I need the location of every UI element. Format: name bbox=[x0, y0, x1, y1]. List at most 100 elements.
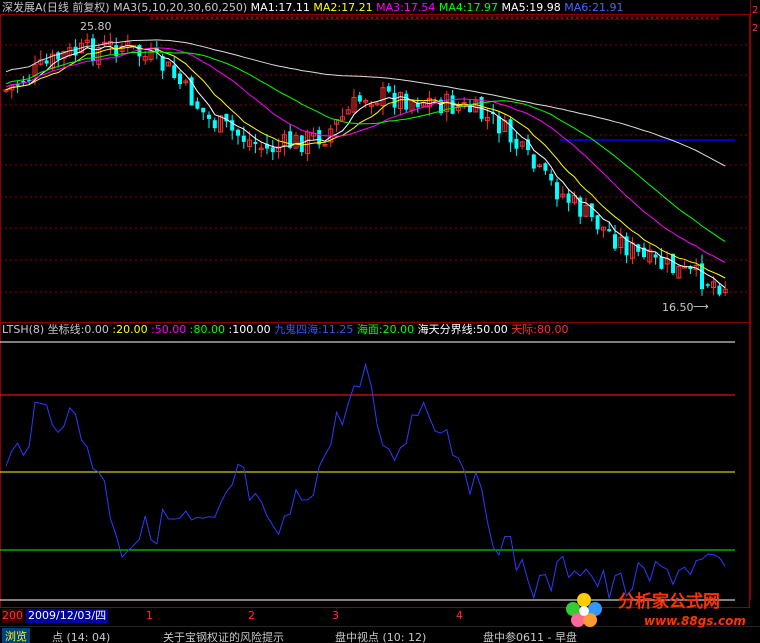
candle-body-down bbox=[671, 253, 675, 274]
candle-body-down bbox=[705, 284, 710, 286]
top-marker: x bbox=[660, 14, 664, 22]
top-marker: x bbox=[235, 14, 239, 22]
ticker-tab[interactable]: 浏览 bbox=[2, 628, 30, 643]
ticker-item-1[interactable]: 点 (14: 04) bbox=[52, 629, 110, 643]
candle-body-down bbox=[566, 193, 571, 203]
top-marker: x bbox=[315, 14, 319, 22]
top-marker: x bbox=[375, 14, 379, 22]
price-header: 深发展A(日线 前复权) MA3(5,10,20,30,60,250) MA1:… bbox=[2, 1, 623, 15]
top-marker: x bbox=[190, 14, 194, 22]
flower-logo-icon bbox=[566, 593, 602, 627]
top-marker: x bbox=[600, 14, 604, 22]
top-marker: x bbox=[485, 14, 489, 22]
top-marker: x bbox=[195, 14, 199, 22]
candle-body-down bbox=[201, 107, 206, 113]
top-marker: x bbox=[150, 14, 154, 22]
top-marker: x bbox=[530, 14, 534, 22]
level-20: :20.00 bbox=[112, 323, 148, 336]
right-scroll-strip[interactable]: 2 2 bbox=[750, 0, 760, 600]
level-80: :80.00 bbox=[189, 323, 225, 336]
top-marker: x bbox=[455, 14, 459, 22]
top-marker: x bbox=[335, 14, 339, 22]
top-marker: x bbox=[420, 14, 424, 22]
top-marker: x bbox=[585, 14, 589, 22]
level-100: :100.00 bbox=[228, 323, 271, 336]
stock-chart-window: xxxxxxxxxxxxxxxxxxxxxxxxxxxxxxxxxxxxxxxx… bbox=[0, 0, 760, 643]
logo-url: www.88gs.com bbox=[644, 614, 746, 628]
candle-body-down bbox=[514, 138, 519, 149]
top-marker: x bbox=[395, 14, 399, 22]
ticker-item-3[interactable]: 盘中视点 (10: 12) bbox=[335, 629, 426, 643]
top-marker: x bbox=[500, 14, 504, 22]
top-marker: x bbox=[450, 14, 454, 22]
top-marker: x bbox=[475, 14, 479, 22]
top-marker: x bbox=[285, 14, 289, 22]
top-marker: x bbox=[465, 14, 469, 22]
top-marker: x bbox=[355, 14, 359, 22]
price-panel-frame bbox=[0, 14, 750, 323]
candle-body-down bbox=[404, 93, 409, 110]
stock-title: 深发展A(日线 前复权) bbox=[2, 1, 110, 14]
top-marker: x bbox=[575, 14, 579, 22]
ticker-item-4[interactable]: 盘中参0611 - 早盘 bbox=[483, 629, 577, 643]
top-marker: x bbox=[495, 14, 499, 22]
top-marker: x bbox=[555, 14, 559, 22]
top-marker: x bbox=[345, 14, 349, 22]
candle-body-down bbox=[659, 256, 664, 269]
top-marker: x bbox=[255, 14, 259, 22]
month-3: 3 bbox=[332, 609, 339, 622]
ma-params: MA3(5,10,20,30,60,250) bbox=[113, 1, 248, 14]
candle-body-down bbox=[543, 163, 548, 171]
top-marker: x bbox=[360, 14, 364, 22]
ma2-value: MA2:17.21 bbox=[313, 1, 373, 14]
top-marker: x bbox=[220, 14, 224, 22]
top-marker: x bbox=[435, 14, 439, 22]
candle-body-down bbox=[195, 101, 200, 109]
top-marker: x bbox=[210, 14, 214, 22]
candle-body-down bbox=[386, 86, 391, 92]
ticker-item-2[interactable]: 关于宝钢权证的风险提示 bbox=[163, 629, 284, 643]
top-marker: x bbox=[430, 14, 434, 22]
top-marker: x bbox=[550, 14, 554, 22]
top-marker: x bbox=[470, 14, 474, 22]
candle-body-down bbox=[172, 65, 177, 79]
top-marker: x bbox=[415, 14, 419, 22]
month-1: 1 bbox=[146, 609, 153, 622]
top-marker: x bbox=[710, 14, 714, 22]
top-marker: x bbox=[700, 14, 704, 22]
chart-canvas[interactable]: xxxxxxxxxxxxxxxxxxxxxxxxxxxxxxxxxxxxxxxx… bbox=[0, 0, 760, 610]
top-marker: x bbox=[525, 14, 529, 22]
top-marker: x bbox=[695, 14, 699, 22]
top-marker: x bbox=[570, 14, 574, 22]
top-marker: x bbox=[490, 14, 494, 22]
top-marker: x bbox=[205, 14, 209, 22]
top-marker: x bbox=[670, 14, 674, 22]
ma1-value: MA1:17.11 bbox=[250, 1, 310, 14]
top-marker: x bbox=[380, 14, 384, 22]
top-marker: x bbox=[580, 14, 584, 22]
top-marker: x bbox=[505, 14, 509, 22]
ma3-line bbox=[5, 47, 726, 263]
level-50: :50.00 bbox=[151, 323, 187, 336]
ma4-line bbox=[5, 51, 726, 243]
top-marker: x bbox=[245, 14, 249, 22]
ltsh-indicator-line bbox=[5, 362, 726, 600]
ma3-value: MA3:17.54 bbox=[376, 1, 436, 14]
top-marker: x bbox=[460, 14, 464, 22]
top-marker: x bbox=[185, 14, 189, 22]
top-marker: x bbox=[365, 14, 369, 22]
top-marker: x bbox=[630, 14, 634, 22]
top-marker: x bbox=[440, 14, 444, 22]
top-marker: x bbox=[180, 14, 184, 22]
indicator-header: LTSH(8) 坐标线:0.00 :20.00 :50.00 :80.00 :1… bbox=[2, 323, 569, 337]
top-marker: x bbox=[390, 14, 394, 22]
logo-title: 分析家公式网 bbox=[618, 592, 720, 612]
top-marker: x bbox=[610, 14, 614, 22]
candle-body-down bbox=[613, 234, 617, 249]
top-marker: x bbox=[645, 14, 649, 22]
nine-ghost-value: 九鬼四海:11.25 bbox=[274, 323, 354, 336]
top-marker: x bbox=[250, 14, 254, 22]
top-marker: x bbox=[170, 14, 174, 22]
sea-level-value: 海面:20.00 bbox=[356, 323, 415, 336]
top-marker: x bbox=[715, 14, 719, 22]
